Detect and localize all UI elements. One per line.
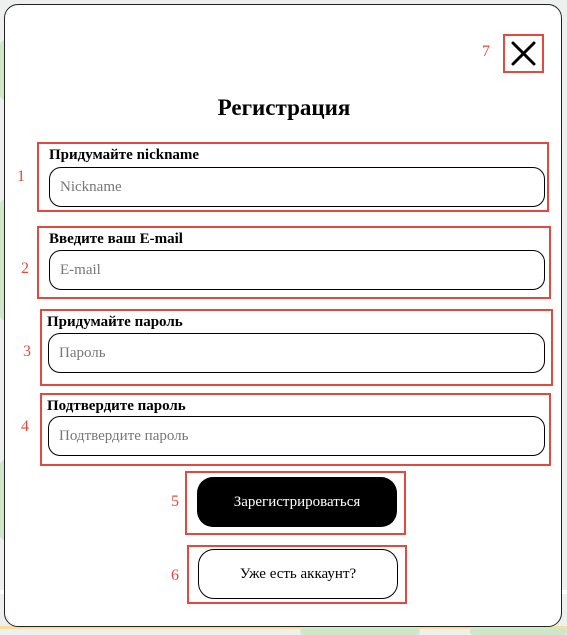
login-button[interactable]: Уже есть аккаунт? (198, 549, 398, 599)
annotation-3: 3 (23, 343, 31, 360)
annotation-1: 1 (17, 168, 25, 185)
confirm-label: Подтвердите пароль (47, 398, 186, 414)
annotation-7: 7 (482, 43, 490, 60)
nickname-field-group: Придумайте nickname (37, 142, 549, 212)
annotation-4: 4 (21, 418, 29, 435)
annotation-6: 6 (171, 567, 179, 584)
registration-modal: 7 Регистрация 1 Придумайте nickname 2 Вв… (4, 4, 562, 627)
password-input[interactable] (48, 333, 545, 373)
close-icon (511, 41, 536, 66)
password-field-group: Придумайте пароль (40, 309, 553, 386)
close-button[interactable] (507, 37, 540, 70)
password-label: Придумайте пароль (47, 314, 183, 330)
confirm-password-input[interactable] (48, 416, 545, 456)
annotation-2: 2 (21, 260, 29, 277)
close-highlight (503, 34, 544, 73)
login-highlight: Уже есть аккаунт? (187, 545, 407, 604)
register-button[interactable]: Зарегистрироваться (197, 477, 397, 527)
nickname-label: Придумайте nickname (49, 147, 200, 163)
email-input[interactable] (49, 250, 545, 290)
confirm-field-group: Подтвердите пароль (40, 393, 551, 466)
page-title: Регистрация (217, 95, 351, 120)
annotation-5: 5 (171, 493, 179, 510)
email-field-group: Введите ваш E-mail (37, 226, 551, 299)
email-label: Введите ваш E-mail (49, 231, 183, 247)
register-highlight: Зарегистрироваться (185, 471, 406, 535)
nickname-input[interactable] (49, 167, 545, 207)
